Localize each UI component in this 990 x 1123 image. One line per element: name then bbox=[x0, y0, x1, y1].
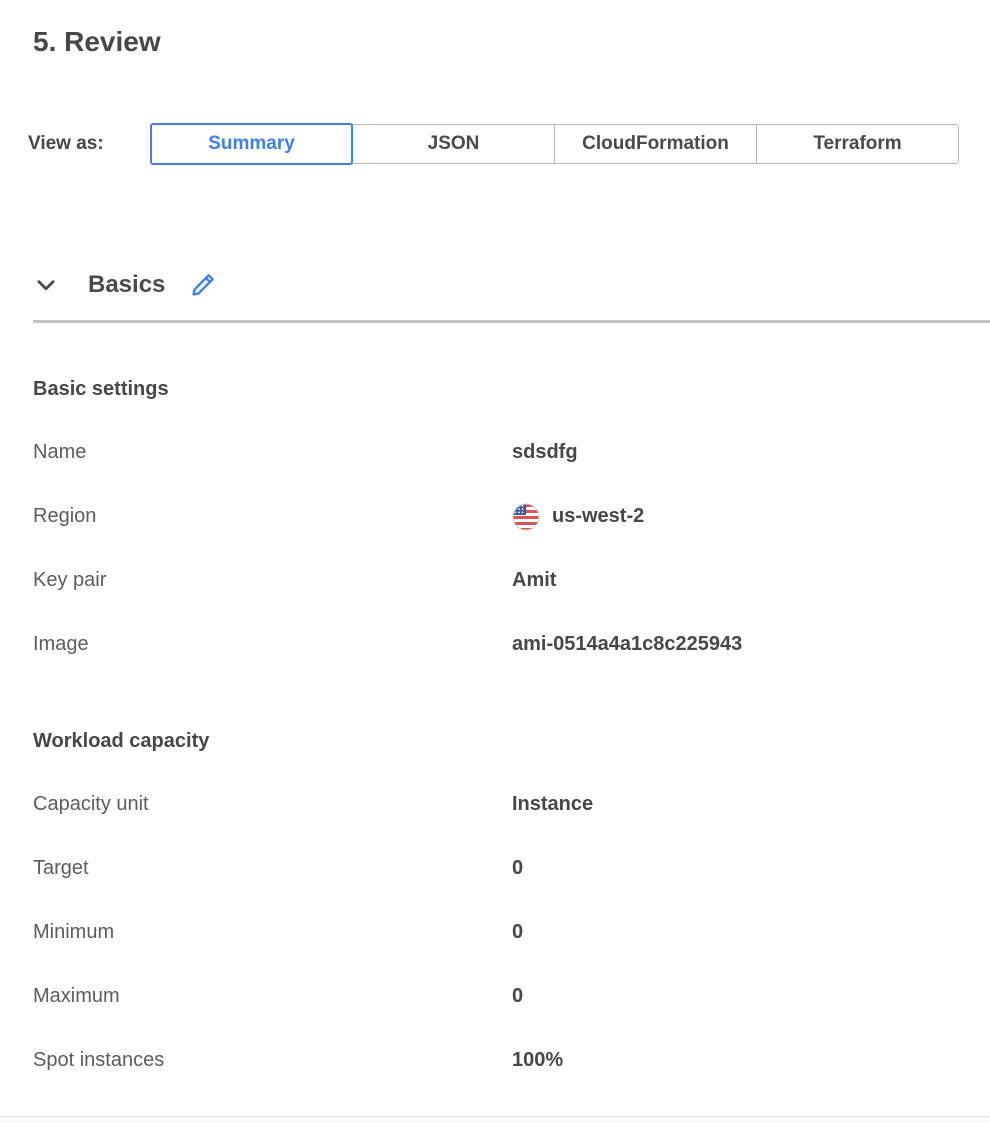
row-minimum: Minimum 0 bbox=[33, 901, 990, 965]
us-flag-icon bbox=[512, 503, 540, 531]
row-key-pair-label: Key pair bbox=[33, 569, 512, 592]
row-region-value-wrap: us-west-2 bbox=[512, 503, 644, 531]
tab-summary[interactable]: Summary bbox=[150, 123, 353, 165]
view-as-label: View as: bbox=[28, 133, 150, 155]
tab-cloudformation[interactable]: CloudFormation bbox=[554, 124, 757, 164]
row-target-label: Target bbox=[33, 857, 512, 880]
row-name-value: sdsdfg bbox=[512, 441, 578, 464]
row-capacity-unit-label: Capacity unit bbox=[33, 793, 512, 816]
row-region-label: Region bbox=[33, 505, 512, 528]
basics-section-header: Basics bbox=[33, 268, 990, 302]
group-heading-basic-settings: Basic settings bbox=[33, 377, 990, 401]
row-maximum-value: 0 bbox=[512, 985, 523, 1008]
row-image-value: ami-0514a4a1c8c225943 bbox=[512, 633, 742, 656]
row-minimum-value: 0 bbox=[512, 921, 523, 944]
row-region-value: us-west-2 bbox=[552, 505, 644, 528]
row-capacity-unit-value: Instance bbox=[512, 793, 593, 816]
tab-json-label: JSON bbox=[428, 133, 480, 155]
view-as-tab-group: Summary JSON CloudFormation Terraform bbox=[150, 123, 959, 165]
view-as-row: View as: Summary JSON CloudFormation Ter… bbox=[28, 123, 990, 165]
tab-cloudformation-label: CloudFormation bbox=[582, 133, 729, 155]
row-spot-instances-value: 100% bbox=[512, 1049, 563, 1072]
basics-section-divider bbox=[33, 320, 990, 323]
tab-terraform-label: Terraform bbox=[813, 133, 901, 155]
workload-capacity-rows: Capacity unit Instance Target 0 Minimum … bbox=[33, 773, 990, 1093]
row-image: Image ami-0514a4a1c8c225943 bbox=[33, 613, 990, 677]
row-spot-instances-label: Spot instances bbox=[33, 1049, 512, 1072]
row-maximum-label: Maximum bbox=[33, 985, 512, 1008]
tab-terraform[interactable]: Terraform bbox=[756, 124, 959, 164]
chevron-down-icon[interactable] bbox=[33, 272, 59, 298]
edit-basics-button[interactable] bbox=[189, 271, 217, 299]
bottom-section-divider bbox=[0, 1116, 990, 1123]
row-maximum: Maximum 0 bbox=[33, 965, 990, 1029]
row-target-value: 0 bbox=[512, 857, 523, 880]
tab-json[interactable]: JSON bbox=[352, 124, 555, 164]
basics-section-title: Basics bbox=[88, 271, 165, 299]
row-target: Target 0 bbox=[33, 837, 990, 901]
tab-summary-label: Summary bbox=[208, 133, 295, 155]
pencil-icon bbox=[190, 271, 217, 298]
row-name: Name sdsdfg bbox=[33, 421, 990, 485]
row-name-label: Name bbox=[33, 441, 512, 464]
row-key-pair: Key pair Amit bbox=[33, 549, 990, 613]
page-title: 5. Review bbox=[33, 25, 990, 59]
row-key-pair-value: Amit bbox=[512, 569, 556, 592]
row-region: Region bbox=[33, 485, 990, 549]
row-capacity-unit: Capacity unit Instance bbox=[33, 773, 990, 837]
row-minimum-label: Minimum bbox=[33, 921, 512, 944]
basic-settings-rows: Name sdsdfg Region bbox=[33, 421, 990, 677]
row-spot-instances: Spot instances 100% bbox=[33, 1029, 990, 1093]
group-heading-workload-capacity: Workload capacity bbox=[33, 729, 990, 753]
row-image-label: Image bbox=[33, 633, 512, 656]
